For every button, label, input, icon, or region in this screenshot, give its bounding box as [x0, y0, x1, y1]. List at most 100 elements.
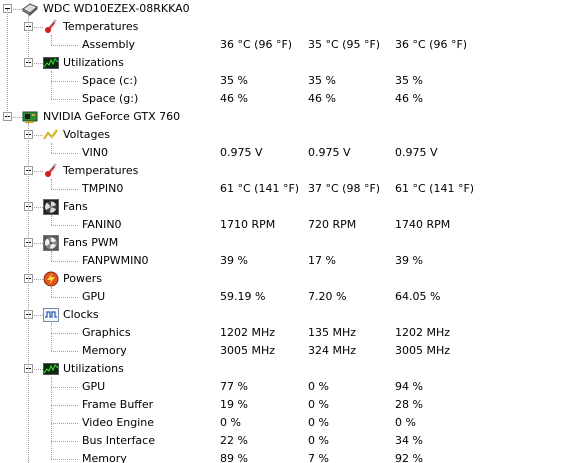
max-column: 61 °C (141 °F) — [395, 182, 475, 195]
tree-connector-line — [51, 251, 52, 261]
sensor-label: Graphics — [82, 326, 131, 339]
tree-connector-line — [51, 387, 78, 388]
sensor-row[interactable]: Assembly 36 °C (96 °F) 35 °C (95 °F) 36 °C … — [0, 36, 582, 54]
value-column: 89 % — [220, 452, 248, 463]
min-column: 7.20 % — [308, 290, 347, 303]
group-label: Temperatures — [63, 164, 139, 177]
min-column: 17 % — [308, 254, 336, 267]
sensor-row[interactable]: Video Engine 0 % 0 % 0 % — [0, 414, 582, 432]
tree-connector-line — [11, 117, 22, 118]
sensor-row[interactable]: GPU 59.19 % 7.20 % 64.05 % — [0, 288, 582, 306]
tree-connector-line — [28, 15, 29, 63]
sensor-row[interactable]: FANPWMIN0 39 % 17 % 39 % — [0, 252, 582, 270]
tree-connector-line — [32, 135, 43, 136]
tree-connector-line — [51, 261, 78, 262]
sensor-label: Bus Interface — [82, 434, 155, 447]
sensor-row[interactable]: Space (c:) 35 % 35 % 35 % — [0, 72, 582, 90]
value-column: 59.19 % — [220, 290, 266, 303]
tree-device-row[interactable]: WDC WD10EZEX-08RKKA0 — [0, 0, 582, 18]
group-label: Voltages — [63, 128, 110, 141]
max-column: 34 % — [395, 434, 423, 447]
value-column: 39 % — [220, 254, 248, 267]
tree-connector-line — [51, 153, 78, 154]
sensor-label: TMPIN0 — [82, 182, 124, 195]
min-column: 135 MHz — [308, 326, 357, 339]
sensor-label: GPU — [82, 380, 106, 393]
sensor-label: FANPWMIN0 — [82, 254, 149, 267]
tree-connector-line — [51, 287, 52, 297]
tree-group-row[interactable]: Powers — [0, 270, 582, 288]
value-column: 46 % — [220, 92, 248, 105]
tree-connector-line — [32, 315, 43, 316]
group-label: Fans PWM — [63, 236, 119, 249]
clock-icon — [43, 307, 59, 323]
fan-icon — [43, 199, 59, 215]
tree-connector-line — [32, 279, 43, 280]
sensor-row[interactable]: Graphics 1202 MHz 135 MHz 1202 MHz — [0, 324, 582, 342]
tree-connector-line — [11, 9, 22, 10]
tree-connector-line — [7, 9, 8, 117]
sensor-row[interactable]: GPU 77 % 0 % 94 % — [0, 378, 582, 396]
sensor-tree[interactable]: WDC WD10EZEX-08RKKA0 Temperatures Assembly… — [0, 0, 582, 463]
device-label: WDC WD10EZEX-08RKKA0 — [43, 2, 190, 15]
tree-connector-line — [51, 441, 78, 442]
tree-connector-line — [51, 377, 52, 459]
sensor-row[interactable]: VIN0 0.975 V 0.975 V 0.975 V — [0, 144, 582, 162]
tree-device-row[interactable]: NVIDIA GeForce GTX 760 — [0, 108, 582, 126]
tree-group-row[interactable]: Clocks — [0, 306, 582, 324]
sensor-label: GPU — [82, 290, 106, 303]
tree-connector-line — [51, 405, 78, 406]
tree-group-row[interactable]: Fans PWM — [0, 234, 582, 252]
sensor-row[interactable]: Space (g:) 46 % 46 % 46 % — [0, 90, 582, 108]
graphics-card-icon — [22, 109, 38, 125]
min-column: 35 % — [308, 74, 336, 87]
sensor-row[interactable]: TMPIN0 61 °C (141 °F) 37 °C (98 °F) 61 °C (… — [0, 180, 582, 198]
value-column: 3005 MHz — [220, 344, 276, 357]
tree-connector-line — [51, 143, 52, 153]
sensor-row[interactable]: Memory 3005 MHz 324 MHz 3005 MHz — [0, 342, 582, 360]
tree-group-row[interactable]: Temperatures — [0, 162, 582, 180]
tree-group-row[interactable]: Fans — [0, 198, 582, 216]
power-icon — [43, 271, 59, 287]
tree-group-row[interactable]: Voltages — [0, 126, 582, 144]
max-column: 0.975 V — [395, 146, 438, 159]
sensor-row[interactable]: Frame Buffer 19 % 0 % 28 % — [0, 396, 582, 414]
tree-group-row[interactable]: Temperatures — [0, 18, 582, 36]
group-label: Utilizations — [63, 56, 124, 69]
utilization-graph-icon — [43, 361, 59, 377]
min-column: 0 % — [308, 416, 329, 429]
tree-connector-line — [32, 243, 43, 244]
value-column: 19 % — [220, 398, 248, 411]
sensor-label: Space (c:) — [82, 74, 138, 87]
tree-connector-line — [32, 63, 43, 64]
tree-group-row[interactable]: Utilizations — [0, 360, 582, 378]
tree-connector-line — [51, 333, 78, 334]
group-label: Powers — [63, 272, 102, 285]
min-column: 0 % — [308, 380, 329, 393]
device-label: NVIDIA GeForce GTX 760 — [43, 110, 181, 123]
tree-group-row[interactable]: Utilizations — [0, 54, 582, 72]
group-label: Fans — [63, 200, 88, 213]
sensor-label: Memory — [82, 452, 127, 463]
thermometer-icon — [43, 19, 59, 35]
max-column: 94 % — [395, 380, 423, 393]
sensor-row[interactable]: Bus Interface 22 % 0 % 34 % — [0, 432, 582, 450]
max-column: 3005 MHz — [395, 344, 451, 357]
tree-connector-line — [51, 71, 52, 99]
hard-drive-icon — [22, 1, 38, 17]
min-column: 7 % — [308, 452, 329, 463]
utilization-graph-icon — [43, 55, 59, 71]
tree-connector-line — [51, 45, 78, 46]
tree-connector-line — [51, 189, 78, 190]
max-column: 92 % — [395, 452, 423, 463]
sensor-row[interactable]: FANIN0 1710 RPM 720 RPM 1740 RPM — [0, 216, 582, 234]
value-column: 1710 RPM — [220, 218, 276, 231]
min-column: 0.975 V — [308, 146, 351, 159]
value-column: 22 % — [220, 434, 248, 447]
max-column: 1740 RPM — [395, 218, 451, 231]
group-label: Temperatures — [63, 20, 139, 33]
sensor-label: Space (g:) — [82, 92, 139, 105]
tree-connector-line — [51, 215, 52, 225]
sensor-row[interactable]: Memory 89 % 7 % 92 % — [0, 450, 582, 463]
value-column: 77 % — [220, 380, 248, 393]
